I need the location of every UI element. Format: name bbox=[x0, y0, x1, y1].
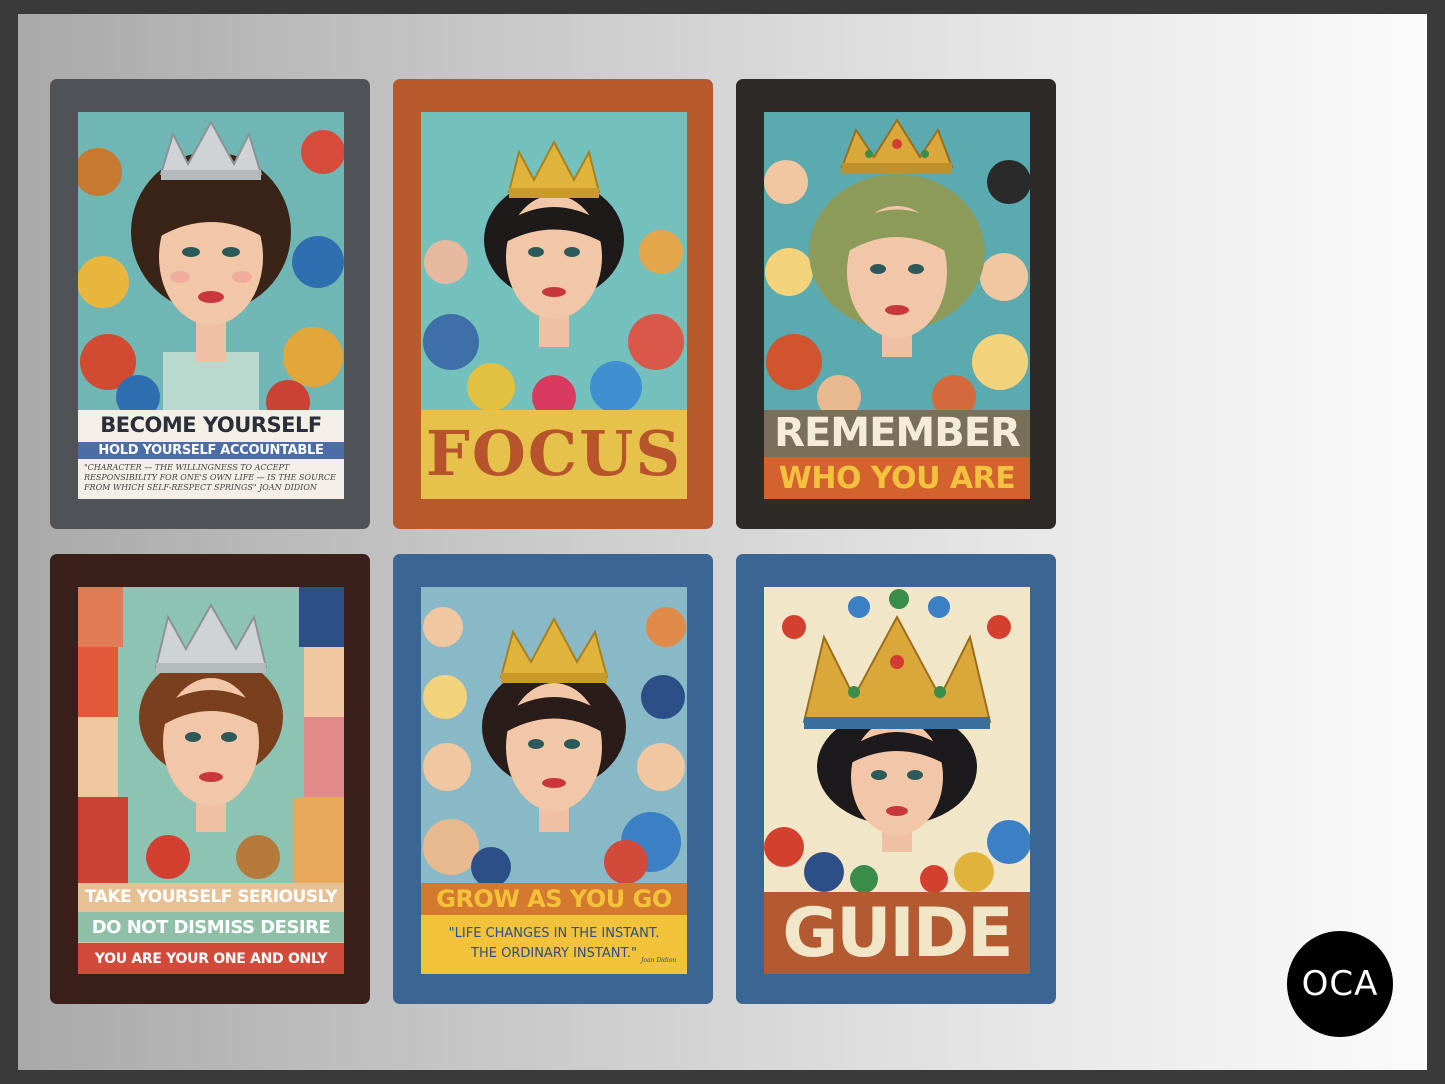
oca-logo: OCA bbox=[1287, 931, 1393, 1037]
poster-subheadline: DO NOT DISMISS DESIRE bbox=[78, 912, 344, 942]
poster-card-focus[interactable]: FOCUS bbox=[393, 79, 713, 529]
poster-quote-line1: "LIFE CHANGES IN THE INSTANT. bbox=[421, 923, 687, 943]
poster-card-take-yourself-seriously[interactable]: TAKE YOURSELF SERIOUSLY DO NOT DISMISS D… bbox=[50, 554, 370, 1004]
portrait-illustration bbox=[421, 587, 687, 883]
mockup-canvas: BECOME YOURSELF HOLD YOURSELF ACCOUNTABL… bbox=[18, 14, 1427, 1070]
poster-card-become-yourself[interactable]: BECOME YOURSELF HOLD YOURSELF ACCOUNTABL… bbox=[50, 79, 370, 529]
portrait-illustration bbox=[764, 587, 1030, 892]
poster-quote: "CHARACTER — THE WILLINGNESS TO ACCEPT R… bbox=[84, 463, 336, 492]
poster-tagline: YOU ARE YOUR ONE AND ONLY bbox=[78, 943, 344, 974]
poster-signature: Joan Didion bbox=[641, 957, 677, 964]
poster-print: FOCUS bbox=[421, 112, 687, 499]
poster-print: TAKE YOURSELF SERIOUSLY DO NOT DISMISS D… bbox=[78, 587, 344, 974]
poster-headline: GUIDE bbox=[764, 892, 1030, 974]
poster-print: GUIDE bbox=[764, 587, 1030, 974]
poster-card-guide[interactable]: GUIDE bbox=[736, 554, 1056, 1004]
poster-headline: REMEMBER bbox=[764, 410, 1030, 456]
poster-headline: GROW AS YOU GO bbox=[421, 883, 687, 915]
poster-card-grow-as-you-go[interactable]: GROW AS YOU GO "LIFE CHANGES IN THE INST… bbox=[393, 554, 713, 1004]
logo-text: OCA bbox=[1301, 964, 1379, 1004]
portrait-illustration bbox=[764, 112, 1030, 410]
poster-headline: TAKE YOURSELF SERIOUSLY bbox=[78, 883, 344, 911]
poster-subheadline: WHO YOU ARE bbox=[764, 457, 1030, 499]
poster-print: GROW AS YOU GO "LIFE CHANGES IN THE INST… bbox=[421, 587, 687, 974]
portrait-illustration bbox=[78, 112, 344, 412]
poster-print: BECOME YOURSELF HOLD YOURSELF ACCOUNTABL… bbox=[78, 112, 344, 499]
portrait-illustration bbox=[78, 587, 344, 883]
poster-print: REMEMBER WHO YOU ARE bbox=[764, 112, 1030, 499]
portrait-illustration bbox=[421, 112, 687, 410]
outer-frame: BECOME YOURSELF HOLD YOURSELF ACCOUNTABL… bbox=[0, 0, 1445, 1084]
poster-subheadline: HOLD YOURSELF ACCOUNTABLE bbox=[78, 442, 344, 459]
poster-card-remember[interactable]: REMEMBER WHO YOU ARE bbox=[736, 79, 1056, 529]
poster-headline: FOCUS bbox=[421, 412, 687, 494]
poster-headline: BECOME YOURSELF bbox=[78, 410, 344, 440]
